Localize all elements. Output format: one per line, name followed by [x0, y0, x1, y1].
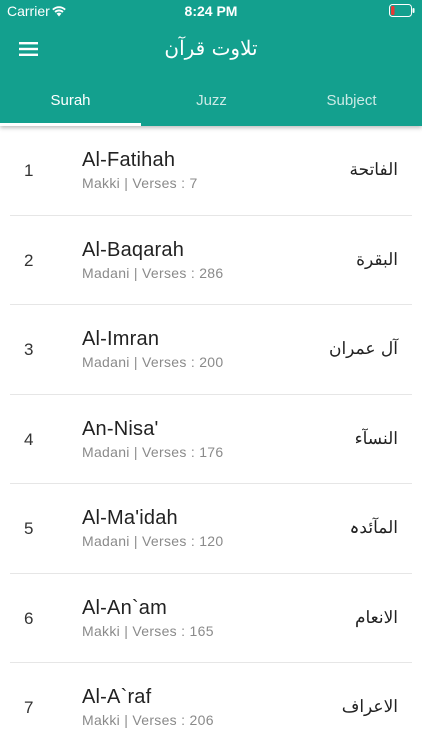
toolbar: تلاوت قرآن	[0, 22, 422, 76]
surah-details: Madani | Verses : 286	[82, 264, 224, 281]
surah-number: 6	[24, 608, 34, 628]
surah-number: 5	[24, 519, 34, 538]
surah-number: 7	[24, 698, 34, 717]
surah-name: Al-Imran	[82, 328, 160, 350]
surah-list-item[interactable]: 6 Al-An`am Makki | Verses : 165 الانعام	[0, 574, 422, 664]
surah-number: 1	[24, 161, 34, 180]
surah-details: Madani | Verses : 120	[82, 533, 224, 549]
app-header: Carrier 8:24 PM تلاوت قرآن Surah Juzz Su…	[0, 0, 422, 126]
surah-name: Al-A`raf	[82, 686, 152, 708]
surah-list-item[interactable]: 5 Al-Ma'idah Madani | Verses : 120 المآئ…	[0, 484, 422, 574]
surah-details: Madani | Verses : 200	[82, 354, 224, 370]
app-title: تلاوت قرآن	[164, 36, 258, 60]
surah-list-item[interactable]: 2 Al-Baqarah Madani | Verses : 286 البقر…	[0, 216, 422, 306]
status-bar: Carrier 8:24 PM	[0, 0, 422, 22]
active-tab-indicator	[0, 123, 141, 126]
tab-surah[interactable]: Surah	[0, 76, 141, 126]
surah-list-item[interactable]: 1 Al-Fatihah Makki | Verses : 7 الفاتحة	[0, 126, 422, 216]
surah-arabic-name: الاعراف	[341, 697, 398, 717]
battery-low-icon	[389, 4, 415, 17]
surah-name: Al-Baqarah	[82, 238, 185, 261]
tab-juzz[interactable]: Juzz	[141, 76, 282, 126]
surah-name: Al-Ma'idah	[82, 507, 178, 529]
surah-number: 3	[24, 340, 34, 359]
surah-number: 2	[24, 250, 34, 270]
surah-number: 4	[24, 429, 34, 449]
surah-details: Madani | Verses : 176	[82, 443, 224, 460]
app-screen: Carrier 8:24 PM تلاوت قرآن Surah Juzz Su…	[0, 0, 422, 750]
surah-arabic-name: المآئدہ	[349, 518, 398, 538]
surah-name: Al-An`am	[82, 596, 167, 619]
surah-arabic-name: البقرة	[356, 249, 398, 270]
status-time: 8:24 PM	[184, 3, 238, 19]
surah-name: Al-Fatihah	[82, 149, 176, 171]
surah-list-item[interactable]: 7 Al-A`raf Makki | Verses : 206 الاعراف	[0, 663, 422, 750]
surah-arabic-name: آل عمران	[328, 339, 398, 359]
tab-bar: Surah Juzz Subject	[0, 76, 422, 126]
surah-details: Makki | Verses : 206	[82, 712, 214, 728]
surah-list-item[interactable]: 4 An-Nisa' Madani | Verses : 176 النسآء	[0, 395, 422, 485]
surah-name: An-Nisa'	[82, 417, 159, 440]
surah-details: Makki | Verses : 165	[82, 622, 214, 639]
surah-arabic-name: النسآء	[354, 428, 398, 449]
surah-arabic-name: الفاتحة	[349, 160, 398, 180]
surah-details: Makki | Verses : 7	[82, 175, 198, 191]
surah-arabic-name: الانعام	[354, 607, 398, 628]
tab-subject[interactable]: Subject	[281, 76, 422, 126]
surah-list: 1 Al-Fatihah Makki | Verses : 7 الفاتحة …	[0, 126, 422, 750]
surah-list-item[interactable]: 3 Al-Imran Madani | Verses : 200 آل عمرا…	[0, 305, 422, 395]
